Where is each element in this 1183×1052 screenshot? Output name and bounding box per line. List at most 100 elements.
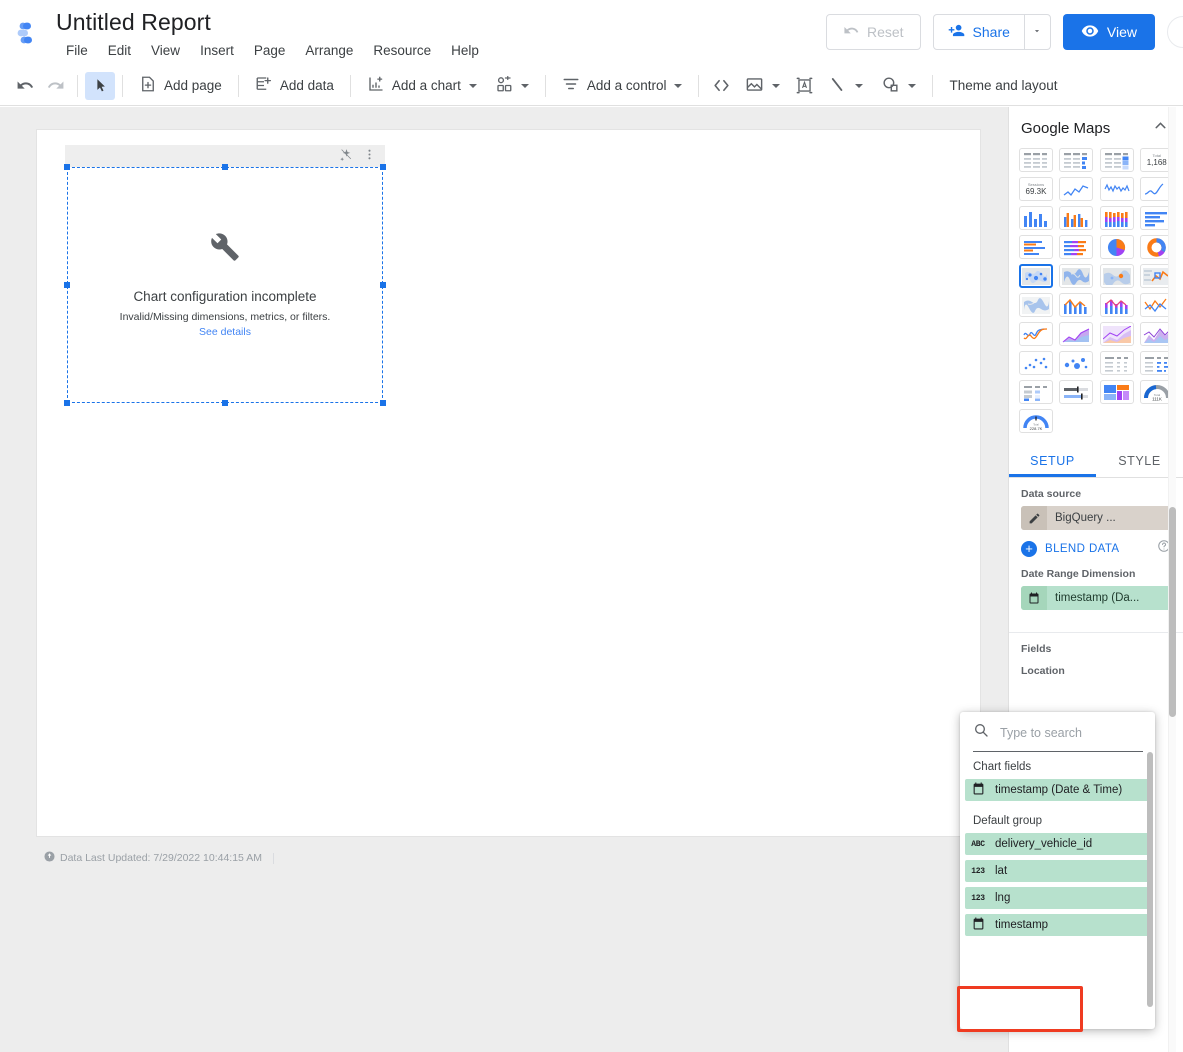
chevron-up-icon[interactable] xyxy=(1152,117,1169,139)
footer-divider xyxy=(272,852,274,864)
resize-handle-br[interactable] xyxy=(380,400,386,406)
gallery-item-smoothed-line-chart[interactable] xyxy=(1019,322,1053,346)
resize-handle-bl[interactable] xyxy=(64,400,70,406)
field-search-input[interactable] xyxy=(998,724,1133,741)
gallery-item-google-maps-bubble[interactable] xyxy=(1019,264,1053,288)
panel-scrollbar-track[interactable] xyxy=(1168,107,1176,1052)
gallery-item-sparkline[interactable] xyxy=(1099,177,1134,201)
gallery-item-stacked-column-chart[interactable] xyxy=(1099,206,1134,230)
undo-button[interactable] xyxy=(10,72,40,100)
top-actions: Reset Share View xyxy=(825,14,1183,50)
add-data-label: Add data xyxy=(279,78,334,93)
gallery-item-pie-chart[interactable] xyxy=(1099,235,1134,259)
footer-text: Data Last Updated: 7/29/2022 10:44:15 AM xyxy=(60,852,262,864)
canvas-area[interactable]: Chart configuration incomplete Invalid/M… xyxy=(0,107,1008,1052)
gallery-item-time-series[interactable] xyxy=(1059,177,1094,201)
gallery-item-treemap[interactable] xyxy=(1099,380,1134,404)
chevron-down-icon xyxy=(772,83,781,88)
gallery-item-stacked-combo-chart[interactable] xyxy=(1099,293,1134,317)
menu-insert[interactable]: Insert xyxy=(190,41,244,60)
panel-scrollbar-thumb[interactable] xyxy=(1169,507,1176,717)
add-control-button[interactable]: Add a control xyxy=(553,72,692,100)
gallery-item-google-maps-filled[interactable] xyxy=(1059,264,1094,288)
resize-handle-mr[interactable] xyxy=(380,282,386,288)
gallery-item-stacked-area-chart[interactable] xyxy=(1099,322,1134,346)
gallery-item-table[interactable] xyxy=(1019,148,1053,172)
add-data-button[interactable]: Add data xyxy=(246,72,343,100)
gallery-item-combo-chart[interactable] xyxy=(1059,293,1094,317)
see-details-link[interactable]: See details xyxy=(199,326,251,338)
share-dropdown-button[interactable] xyxy=(1023,15,1050,49)
field-row-lat[interactable]: 123 lat xyxy=(965,860,1150,882)
resize-handle-tm[interactable] xyxy=(222,164,228,170)
gallery-item-bullet-chart[interactable] xyxy=(1059,380,1094,404)
gallery-item-column-chart[interactable] xyxy=(1019,206,1053,230)
looker-studio-logo[interactable] xyxy=(14,18,44,48)
resize-handle-bm[interactable] xyxy=(222,400,228,406)
field-row-timestamp[interactable]: timestamp xyxy=(965,914,1150,936)
report-title[interactable]: Untitled Report xyxy=(56,9,211,36)
reset-button[interactable]: Reset xyxy=(825,14,921,50)
gallery-item-table-with-heatmap[interactable] xyxy=(1099,148,1134,172)
menu-page[interactable]: Page xyxy=(244,41,296,60)
chevron-down-icon xyxy=(520,83,529,88)
menu-edit[interactable]: Edit xyxy=(98,41,141,60)
insert-shape-button[interactable] xyxy=(872,72,925,100)
menu-bar: File Edit View Insert Page Arrange Resou… xyxy=(56,41,489,60)
select-tool-button[interactable] xyxy=(85,71,115,100)
share-button[interactable]: Share xyxy=(934,15,1024,49)
gallery-item-geo-chart[interactable] xyxy=(1019,293,1053,317)
chart-placeholder[interactable]: Chart configuration incomplete Invalid/M… xyxy=(67,167,383,403)
insert-image-button[interactable] xyxy=(736,72,789,100)
resize-handle-tl[interactable] xyxy=(64,164,70,170)
view-button[interactable]: View xyxy=(1062,14,1155,50)
toolbar-divider-7 xyxy=(932,74,934,97)
gallery-item-area-chart[interactable] xyxy=(1059,322,1094,346)
shape-icon xyxy=(881,75,900,97)
plus-circle-icon[interactable]: + xyxy=(1021,540,1037,557)
embed-code-button[interactable] xyxy=(706,72,736,100)
add-chart-label: Add a chart xyxy=(391,78,461,93)
gallery-item-grouped-column-chart[interactable] xyxy=(1059,206,1094,230)
add-page-button[interactable]: Add page xyxy=(130,72,231,100)
gallery-item-pivot-table-heatmap[interactable] xyxy=(1019,380,1053,404)
field-row-lng[interactable]: 123 lng xyxy=(965,887,1150,909)
menu-resource[interactable]: Resource xyxy=(363,41,441,60)
gallery-item-bubble-chart[interactable] xyxy=(1059,351,1094,375)
add-page-label: Add page xyxy=(164,78,222,93)
undo-arrow-icon xyxy=(843,22,860,42)
gallery-item-scatter-chart[interactable] xyxy=(1019,351,1053,375)
report-page[interactable]: Chart configuration incomplete Invalid/M… xyxy=(37,130,980,836)
gallery-item-pivot-table[interactable] xyxy=(1099,351,1134,375)
gallery-item-grouped-bar-chart[interactable] xyxy=(1019,235,1053,259)
data-source-chip[interactable]: BigQuery ... xyxy=(1021,506,1171,530)
gallery-item-gauge-large[interactable]: Total 228.7K xyxy=(1019,409,1053,433)
menu-help[interactable]: Help xyxy=(441,41,489,60)
resize-handle-tr[interactable] xyxy=(380,164,386,170)
menu-view[interactable]: View xyxy=(141,41,190,60)
gallery-item-table-with-bars[interactable] xyxy=(1059,148,1094,172)
more-vert-icon[interactable] xyxy=(363,148,376,166)
picker-scrollbar-thumb[interactable] xyxy=(1147,752,1153,1007)
theme-and-layout-button[interactable]: Theme and layout xyxy=(940,72,1066,100)
date-range-chip[interactable]: timestamp (Da... xyxy=(1021,586,1171,610)
insert-line-button[interactable] xyxy=(819,72,872,100)
menu-arrange[interactable]: Arrange xyxy=(295,41,363,60)
field-picker-dropdown[interactable]: Chart fields timestamp (Date & Time) Def… xyxy=(960,712,1155,1029)
field-row-delivery-vehicle-id[interactable]: ABC delivery_vehicle_id xyxy=(965,833,1150,855)
gallery-item-scorecard-compact[interactable]: Sessions 69.3K xyxy=(1019,177,1053,201)
gallery-item-stacked-bar-chart[interactable] xyxy=(1059,235,1094,259)
sparkle-magic-icon[interactable] xyxy=(340,148,353,166)
blend-data-label[interactable]: BLEND DATA xyxy=(1045,543,1149,555)
menu-file[interactable]: File xyxy=(56,41,98,60)
gallery-item-google-maps-heatmap[interactable] xyxy=(1099,264,1134,288)
field-row-timestamp-date-time[interactable]: timestamp (Date & Time) xyxy=(965,779,1150,801)
add-chart-button[interactable]: Add a chart xyxy=(358,72,486,100)
user-avatar[interactable] xyxy=(1167,16,1183,48)
resize-handle-ml[interactable] xyxy=(64,282,70,288)
svg-text:111K: 111K xyxy=(1152,396,1162,401)
community-visualizations-button[interactable] xyxy=(486,72,538,100)
redo-button[interactable] xyxy=(40,72,70,100)
insert-text-button[interactable] xyxy=(789,72,819,100)
tab-setup[interactable]: SETUP xyxy=(1009,443,1096,477)
